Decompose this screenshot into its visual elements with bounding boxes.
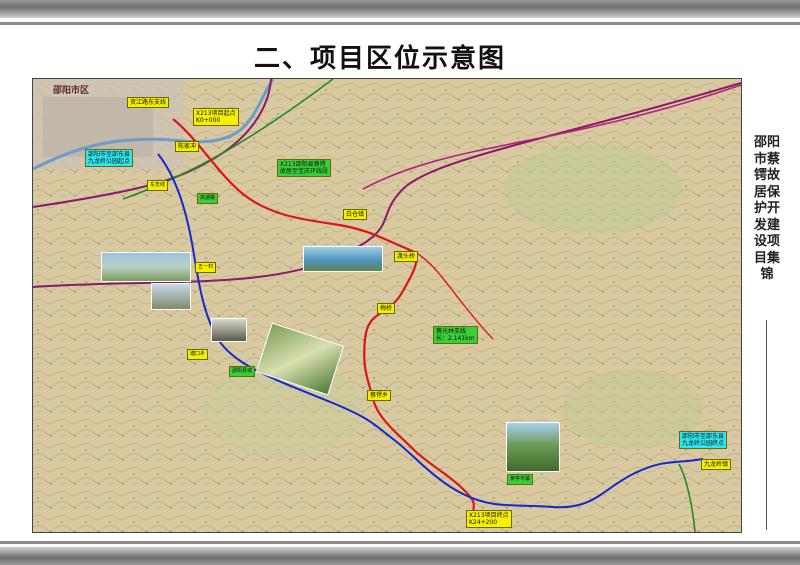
city-label: 邵阳市区 (51, 86, 92, 96)
project-photo-landscape (506, 422, 560, 472)
town-label-1: 资江路东支线 (127, 97, 170, 108)
small-label-3: 塘口乡 (187, 349, 209, 360)
scenic-start-label: 邵阳市至邵东县 九龙岭公园起点 (85, 149, 134, 167)
project-photo-building (211, 318, 247, 342)
top-banner-bar (0, 0, 800, 18)
route-end-label: X213项目终点 K24+200 (466, 510, 512, 528)
town-label-2: 陈家冲 (175, 141, 200, 152)
project-photo-highway (303, 246, 383, 272)
project-photo-road (151, 283, 191, 310)
bottom-divider (0, 541, 800, 544)
bottom-banner-bar (0, 547, 800, 565)
route-start-label: X213项目起点 K0+000 (193, 108, 239, 126)
branch-length-label: 蔡光林支线 长：2.141km (433, 326, 478, 344)
project-photo-bridge (101, 252, 191, 282)
side-rule (766, 320, 767, 530)
location-map[interactable]: 邵阳市区 X213项目起点 K0+000 X213邵阳县蔡锷 故居至宝庆环线段 … (32, 78, 742, 533)
side-title: 邵阳市蔡锷故居保护开发建设项目集锦 (754, 135, 781, 282)
small-label-4: 邵阳县城 (229, 366, 256, 377)
town-label-7: 九龙岭镇 (701, 459, 732, 470)
small-label-2: 五一村 (195, 262, 217, 273)
town-label-6: 蔡锷乡 (367, 390, 392, 401)
page-title: 二、项目区位示意图 (253, 44, 506, 74)
branch-note-label: X213邵阳县蔡锷 故居至宝庆环线段 (277, 159, 332, 177)
town-label-5: 梅桥 (377, 303, 396, 314)
small-label-1: 高速路 (197, 193, 219, 204)
small-label-6: 东支线 (147, 180, 169, 191)
town-label-3: 白仓镇 (343, 209, 368, 220)
scenic-end-label: 邵阳市至邵东县 九龙岭公园终点 (679, 431, 728, 449)
town-label-4: 渡头桥 (394, 251, 419, 262)
vegetation-area (503, 144, 683, 234)
small-label-5: 黄亭市镇 (507, 474, 534, 485)
top-divider (0, 22, 800, 25)
